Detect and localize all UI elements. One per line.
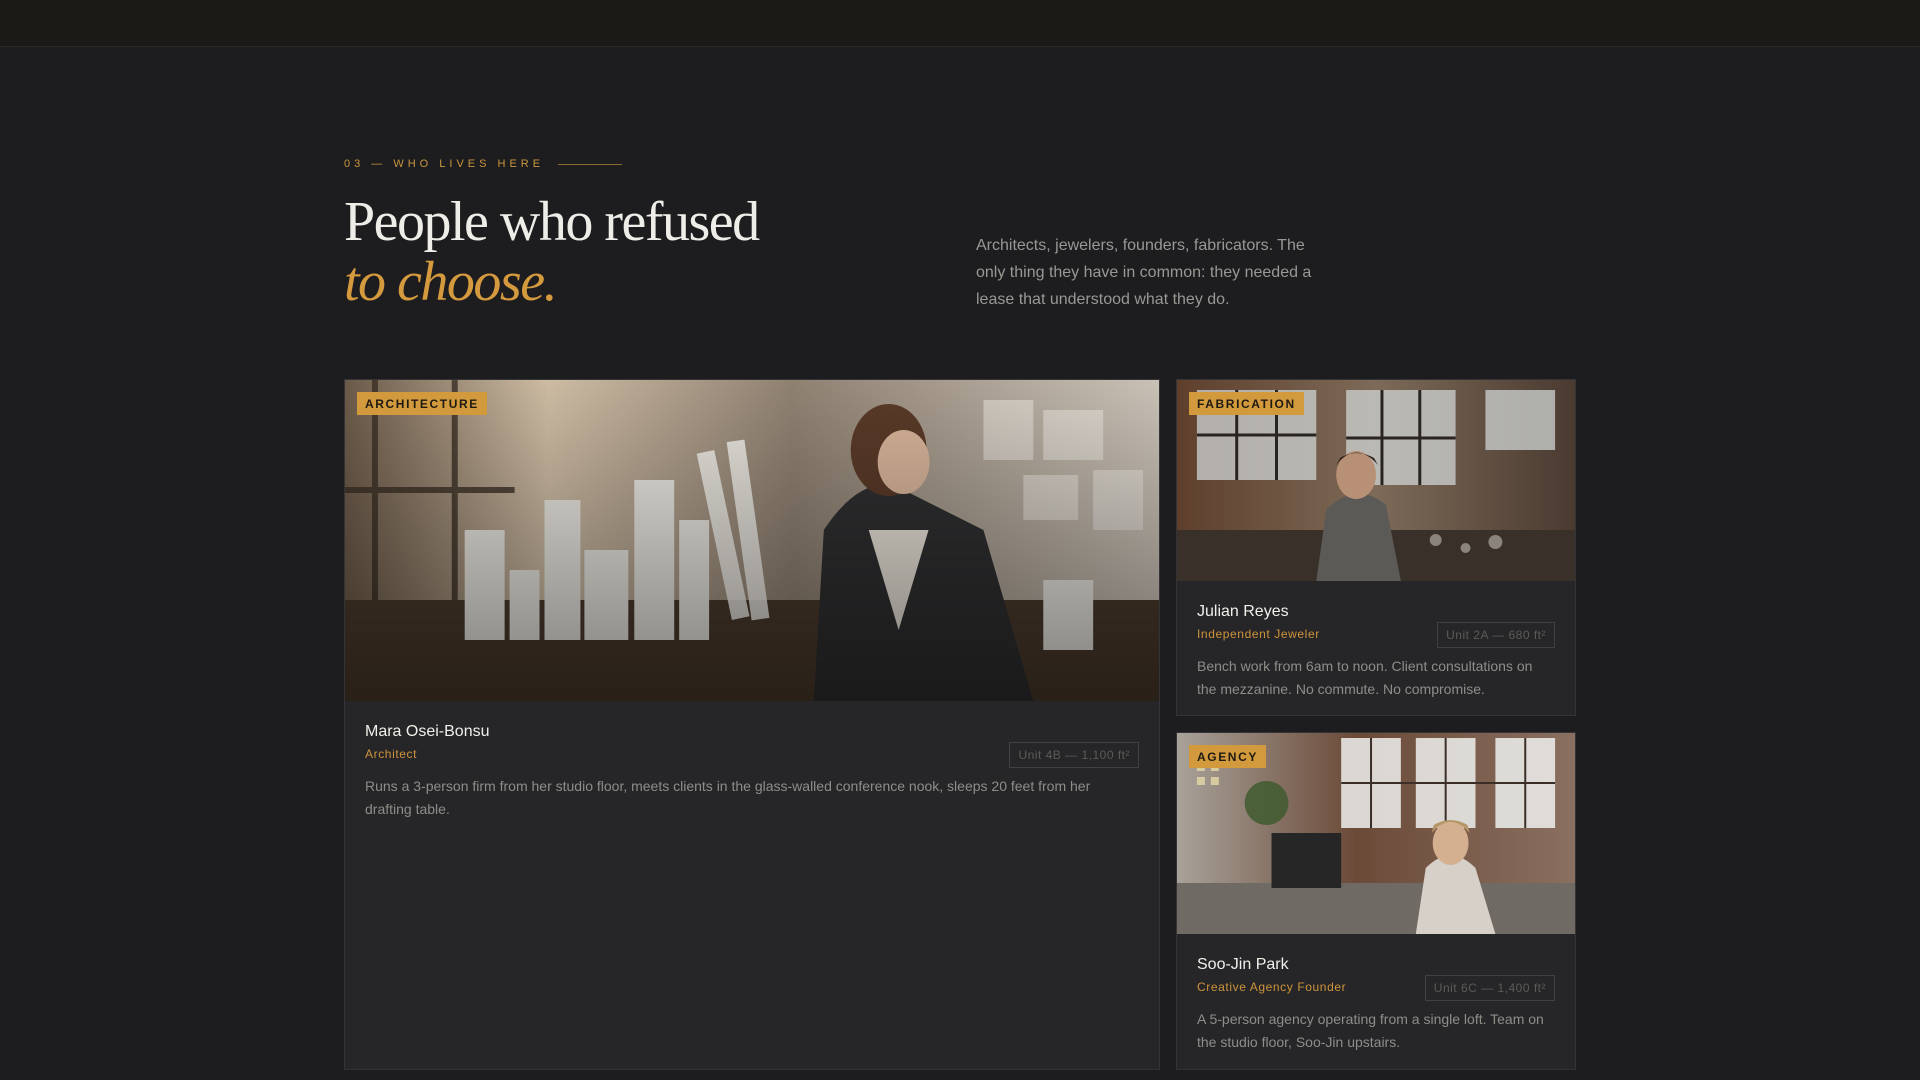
resident-name: Mara Osei-Bonsu — [365, 723, 490, 740]
category-tag: FABRICATION — [1189, 392, 1304, 415]
architect-studio-illustration — [345, 380, 1159, 701]
top-nav-bar — [0, 0, 1920, 47]
resident-description: Runs a 3-person firm from her studio flo… — [365, 778, 1091, 817]
section-eyebrow: 03 — WHO LIVES HERE — [344, 158, 623, 170]
heading-line-1: People who refused — [344, 191, 760, 253]
resident-description: A 5-person agency operating from a singl… — [1197, 1011, 1544, 1050]
eyebrow-rule — [558, 163, 623, 165]
resident-photo-architect: ARCHITECTURE — [345, 380, 1159, 701]
resident-photo-jeweler: FABRICATION — [1177, 380, 1575, 581]
unit-badge: Unit 2A — 680 ft² — [1437, 622, 1555, 648]
heading-line-2: to choose. — [344, 251, 558, 313]
section-heading: People who refused to choose. — [344, 191, 760, 313]
eyebrow-label: 03 — WHO LIVES HERE — [344, 158, 545, 170]
resident-description: Bench work from 6am to noon. Client cons… — [1197, 658, 1533, 697]
resident-photo-agency-founder: AGENCY — [1177, 733, 1575, 934]
resident-card-agency[interactable]: AGENCY Soo-Jin Park Creative Agency Foun… — [1176, 732, 1576, 1070]
section-intro: Architects, jewelers, founders, fabricat… — [976, 237, 1312, 308]
resident-card-fabrication[interactable]: FABRICATION Julian Reyes Independent Jew… — [1176, 379, 1576, 716]
unit-badge: Unit 4B — 1,100 ft² — [1009, 742, 1139, 768]
category-tag: ARCHITECTURE — [357, 392, 487, 415]
category-tag: AGENCY — [1189, 745, 1266, 768]
resident-card-architecture[interactable]: ARCHITECTURE Mara Osei-Bonsu Architect U… — [344, 379, 1160, 1070]
resident-name: Soo-Jin Park — [1197, 956, 1289, 973]
unit-badge: Unit 6C — 1,400 ft² — [1424, 975, 1555, 1001]
resident-name: Julian Reyes — [1197, 603, 1289, 620]
